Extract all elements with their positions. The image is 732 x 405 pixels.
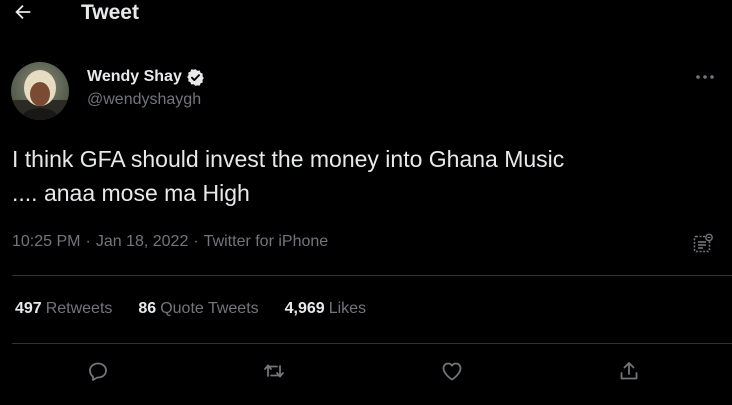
likes-label: Likes bbox=[328, 300, 367, 317]
tweet-date-link[interactable]: Jan 18, 2022 bbox=[96, 233, 189, 251]
tweet-stats: 497 Retweets 86 Quote Tweets 4,969 Likes bbox=[15, 300, 392, 318]
like-button[interactable] bbox=[435, 356, 469, 390]
author-display-name[interactable]: Wendy Shay bbox=[87, 68, 182, 86]
divider bbox=[12, 275, 732, 276]
share-button[interactable] bbox=[612, 356, 646, 390]
tweet-author: Wendy Shay @wendyshaygh bbox=[87, 66, 205, 109]
likes-count: 4,969 bbox=[284, 300, 325, 317]
reply-button[interactable] bbox=[81, 356, 115, 390]
tweet-analytics-button[interactable] bbox=[692, 233, 714, 255]
verified-badge-icon bbox=[186, 68, 205, 87]
heart-icon bbox=[440, 359, 464, 388]
retweets-label: Retweets bbox=[45, 300, 113, 317]
avatar[interactable] bbox=[11, 62, 69, 120]
analytics-icon bbox=[692, 233, 714, 259]
author-handle[interactable]: @wendyshaygh bbox=[87, 91, 205, 109]
quote-tweets-count: 86 bbox=[138, 300, 157, 317]
divider bbox=[12, 343, 732, 344]
quote-tweets-label: Quote Tweets bbox=[160, 300, 259, 317]
retweets-count: 497 bbox=[15, 300, 42, 317]
tweet-text: I think GFA should invest the money into… bbox=[12, 146, 565, 206]
tweet-meta: 10:25 PM · Jan 18, 2022 · Twitter for iP… bbox=[12, 233, 328, 251]
tweet-source-link[interactable]: Twitter for iPhone bbox=[204, 233, 329, 251]
more-options-button[interactable] bbox=[694, 66, 716, 86]
share-icon bbox=[617, 359, 641, 388]
reply-icon bbox=[86, 359, 110, 388]
tweet-time-link[interactable]: 10:25 PM bbox=[12, 233, 80, 251]
arrow-left-icon bbox=[12, 1, 34, 28]
more-horizontal-icon bbox=[695, 67, 715, 85]
retweet-button[interactable] bbox=[257, 356, 291, 390]
likes-stat[interactable]: 4,969 Likes bbox=[285, 300, 366, 318]
retweets-stat[interactable]: 497 Retweets bbox=[15, 300, 112, 318]
back-button[interactable] bbox=[10, 1, 36, 27]
tweet-header: Tweet bbox=[0, 0, 732, 30]
page-title: Tweet bbox=[81, 1, 139, 24]
meta-separator: · bbox=[85, 233, 91, 250]
tweet-actions bbox=[0, 356, 732, 390]
meta-separator: · bbox=[193, 233, 199, 250]
retweet-icon bbox=[262, 359, 286, 388]
quote-tweets-stat[interactable]: 86 Quote Tweets bbox=[138, 300, 258, 318]
